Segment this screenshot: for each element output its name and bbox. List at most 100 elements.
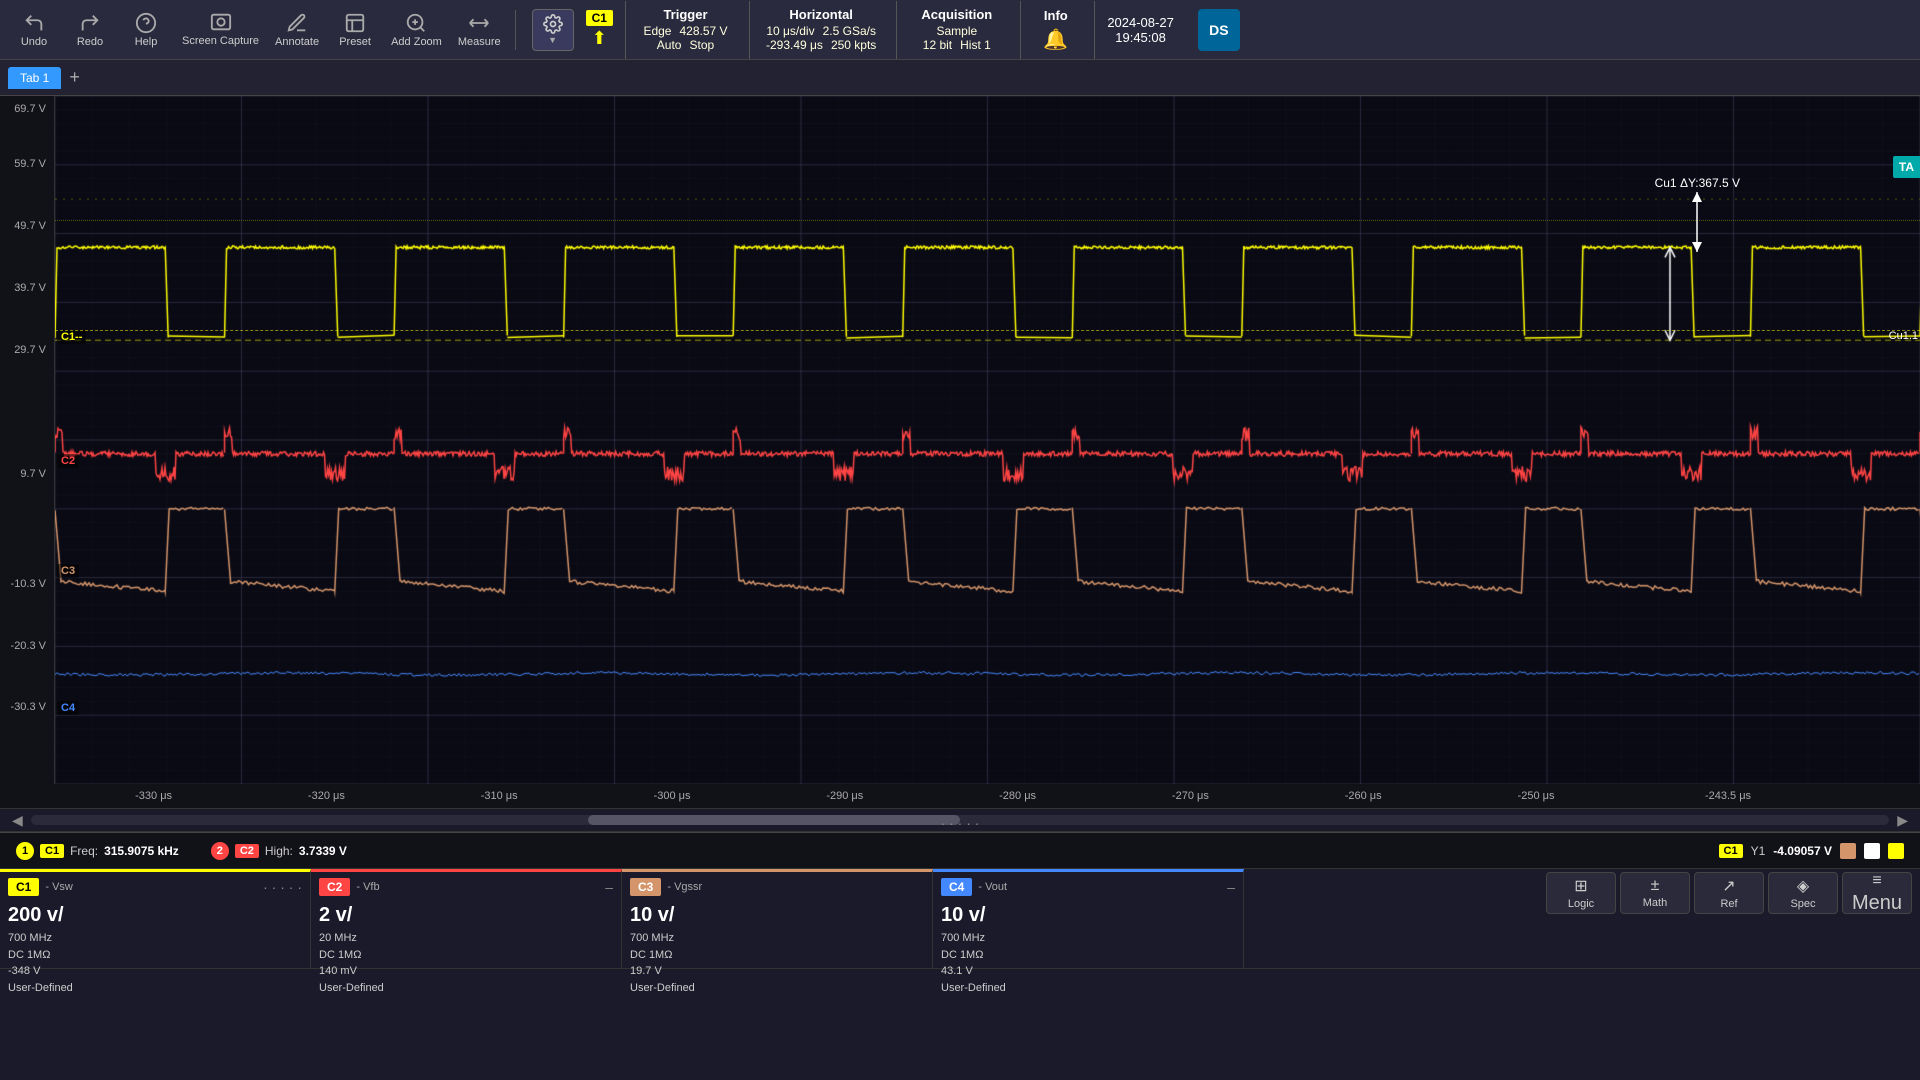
- x-label-5: -280 μs: [999, 790, 1036, 802]
- c1-card[interactable]: C1 - Vsw · · · · · 200 v/ 700 MHz DC 1MΩ…: [0, 869, 311, 968]
- y-label-2: 49.7 V: [14, 220, 50, 232]
- c2-minimize-btn[interactable]: –: [605, 879, 613, 895]
- c3-color-box: [1840, 843, 1856, 859]
- y-label-6: -10.3 V: [11, 578, 50, 590]
- logic-button[interactable]: ⊞ Logic: [1546, 872, 1616, 914]
- x-label-6: -270 μs: [1172, 790, 1209, 802]
- measure-button[interactable]: Measure: [452, 4, 507, 56]
- x-label-9: -243.5 μs: [1705, 790, 1751, 802]
- c3-channel-label: C3: [57, 564, 79, 578]
- scope-canvas[interactable]: C1-- C2 C3 C4 TA Cu1.1 Cu1 ΔY:367.5 V: [55, 96, 1920, 784]
- measurements-row: 1 C1 Freq: 315.9075 kHz 2 C2 High: 3.733…: [0, 833, 1920, 869]
- undo-button[interactable]: Undo: [8, 4, 60, 56]
- cursor-measurement: Cu1 ΔY:367.5 V: [1655, 176, 1740, 252]
- datetime-block: 2024-08-27 19:45:08: [1094, 1, 1186, 59]
- c1-card-badge: C1: [8, 878, 39, 896]
- meas1-value: 315.9075 kHz: [104, 844, 179, 858]
- c1-card-subtitle: - Vsw: [45, 881, 257, 893]
- c3-card[interactable]: C3 - Vgssr 10 v/ 700 MHz DC 1MΩ 19.7 V U…: [622, 869, 933, 968]
- x-axis: -330 μs -320 μs -310 μs -300 μs -290 μs …: [0, 784, 1920, 808]
- measurement-2: 2 C2 High: 3.7339 V: [211, 842, 347, 860]
- c1-channel-label: C1--: [57, 330, 86, 344]
- channel-cards: C1 - Vsw · · · · · 200 v/ 700 MHz DC 1MΩ…: [0, 869, 1920, 969]
- meas2-label: High:: [265, 844, 293, 858]
- c1-color-box: [1888, 843, 1904, 859]
- x-label-7: -260 μs: [1345, 790, 1382, 802]
- add-zoom-button[interactable]: Add Zoom: [385, 4, 448, 56]
- scroll-thumb[interactable]: [588, 815, 960, 825]
- c4-card-badge: C4: [941, 878, 972, 896]
- x-label-3: -300 μs: [654, 790, 691, 802]
- c3-card-badge: C3: [630, 878, 661, 896]
- info-block[interactable]: Info 🔔: [1020, 1, 1090, 59]
- meas2-num-badge: 2: [211, 842, 229, 860]
- scroll-track[interactable]: · · · · ·: [31, 815, 1889, 825]
- y1-label: Y1: [1751, 844, 1766, 858]
- meas2-ch-badge: C2: [235, 844, 259, 858]
- divider-1: [515, 10, 516, 50]
- ch-cards-spacer: [1244, 869, 1538, 968]
- acquisition-block[interactable]: Acquisition Sample 12 bit Hist 1: [896, 1, 1016, 59]
- x-label-0: -330 μs: [135, 790, 172, 802]
- scroll-right-arrow[interactable]: ▶: [1893, 810, 1912, 831]
- c4-card[interactable]: C4 - Vout – 10 v/ 700 MHz DC 1MΩ 43.1 V …: [933, 869, 1244, 968]
- y-label-4: 29.7 V: [14, 344, 50, 356]
- scroll-position-indicator: · · · · ·: [941, 815, 980, 831]
- c1-indicator: C1 ⬆: [586, 10, 613, 49]
- c1-card-settings: 200 v/ 700 MHz DC 1MΩ -348 V User-Define…: [8, 900, 302, 996]
- annotate-button[interactable]: Annotate: [269, 4, 325, 56]
- bottom-panel: 1 C1 Freq: 315.9075 kHz 2 C2 High: 3.733…: [0, 832, 1920, 1080]
- meas1-ch-badge: C1: [40, 844, 64, 858]
- meas1-num-badge: 1: [16, 842, 34, 860]
- c4-minimize-btn[interactable]: –: [1227, 879, 1235, 895]
- c3-card-settings: 10 v/ 700 MHz DC 1MΩ 19.7 V User-Defined: [630, 900, 924, 996]
- horizontal-block[interactable]: Horizontal 10 μs/div 2.5 GSa/s -293.49 μ…: [749, 1, 892, 59]
- preset-button[interactable]: Preset: [329, 4, 381, 56]
- tab-1[interactable]: Tab 1: [8, 67, 61, 89]
- c1-card-dotted: · · · · ·: [263, 879, 302, 895]
- tabs-bar: Tab 1 +: [0, 60, 1920, 96]
- menu-button[interactable]: ≡ Menu: [1842, 872, 1912, 914]
- x-label-1: -320 μs: [308, 790, 345, 802]
- ds-logo: DS: [1198, 9, 1240, 51]
- c2-card-badge: C2: [319, 878, 350, 896]
- y-label-5: 9.7 V: [20, 468, 50, 480]
- scroll-left-arrow[interactable]: ◀: [8, 810, 27, 831]
- ref-button[interactable]: ↗ Ref: [1694, 872, 1764, 914]
- c4-card-subtitle: - Vout: [978, 881, 1221, 893]
- meas1-label: Freq:: [70, 844, 98, 858]
- y1-ch-badge: C1: [1719, 844, 1743, 858]
- x-label-8: -250 μs: [1518, 790, 1555, 802]
- y-label-0: 69.7 V: [14, 103, 50, 115]
- c2-card[interactable]: C2 - Vfb – 2 v/ 20 MHz DC 1MΩ 140 mV Use…: [311, 869, 622, 968]
- c4-card-settings: 10 v/ 700 MHz DC 1MΩ 43.1 V User-Defined: [941, 900, 1235, 996]
- y-label-3: 39.7 V: [14, 282, 50, 294]
- ta-button[interactable]: TA: [1893, 156, 1920, 178]
- white-color-box: [1864, 843, 1880, 859]
- cu1-label: Cu1.1: [1889, 330, 1918, 342]
- y-label-1: 59.7 V: [14, 158, 50, 170]
- redo-button[interactable]: Redo: [64, 4, 116, 56]
- y1-section: C1 Y1 -4.09057 V: [1719, 843, 1904, 859]
- spec-button[interactable]: ◈ Spec: [1768, 872, 1838, 914]
- x-label-4: -290 μs: [826, 790, 863, 802]
- add-tab-button[interactable]: +: [61, 67, 88, 88]
- meas2-value: 3.7339 V: [299, 844, 347, 858]
- bottom-buttons: ⊞ Logic ± Math ↗ Ref ◈ Spec ≡ Menu: [1538, 869, 1920, 917]
- main-area: 69.7 V 59.7 V 49.7 V 39.7 V 29.7 V 9.7 V…: [0, 96, 1920, 784]
- x-label-2: -310 μs: [481, 790, 518, 802]
- c2-card-subtitle: - Vfb: [356, 881, 599, 893]
- y1-value: -4.09057 V: [1773, 844, 1832, 858]
- y-label-7: -20.3 V: [11, 640, 50, 652]
- math-button[interactable]: ± Math: [1620, 872, 1690, 914]
- trigger-block[interactable]: Trigger Edge 428.57 V Auto Stop: [625, 1, 745, 59]
- c2-channel-label: C2: [57, 454, 79, 468]
- screen-capture-button[interactable]: Screen Capture: [176, 4, 265, 56]
- settings-button[interactable]: ▼: [532, 9, 574, 51]
- scroll-bar[interactable]: ◀ · · · · · ▶: [0, 808, 1920, 832]
- c4-channel-label: C4: [57, 701, 79, 715]
- c2-card-settings: 2 v/ 20 MHz DC 1MΩ 140 mV User-Defined: [319, 900, 613, 996]
- help-button[interactable]: Help: [120, 4, 172, 56]
- measurement-1: 1 C1 Freq: 315.9075 kHz: [16, 842, 179, 860]
- toolbar: Undo Redo Help Screen Capture Annotate: [0, 0, 1920, 60]
